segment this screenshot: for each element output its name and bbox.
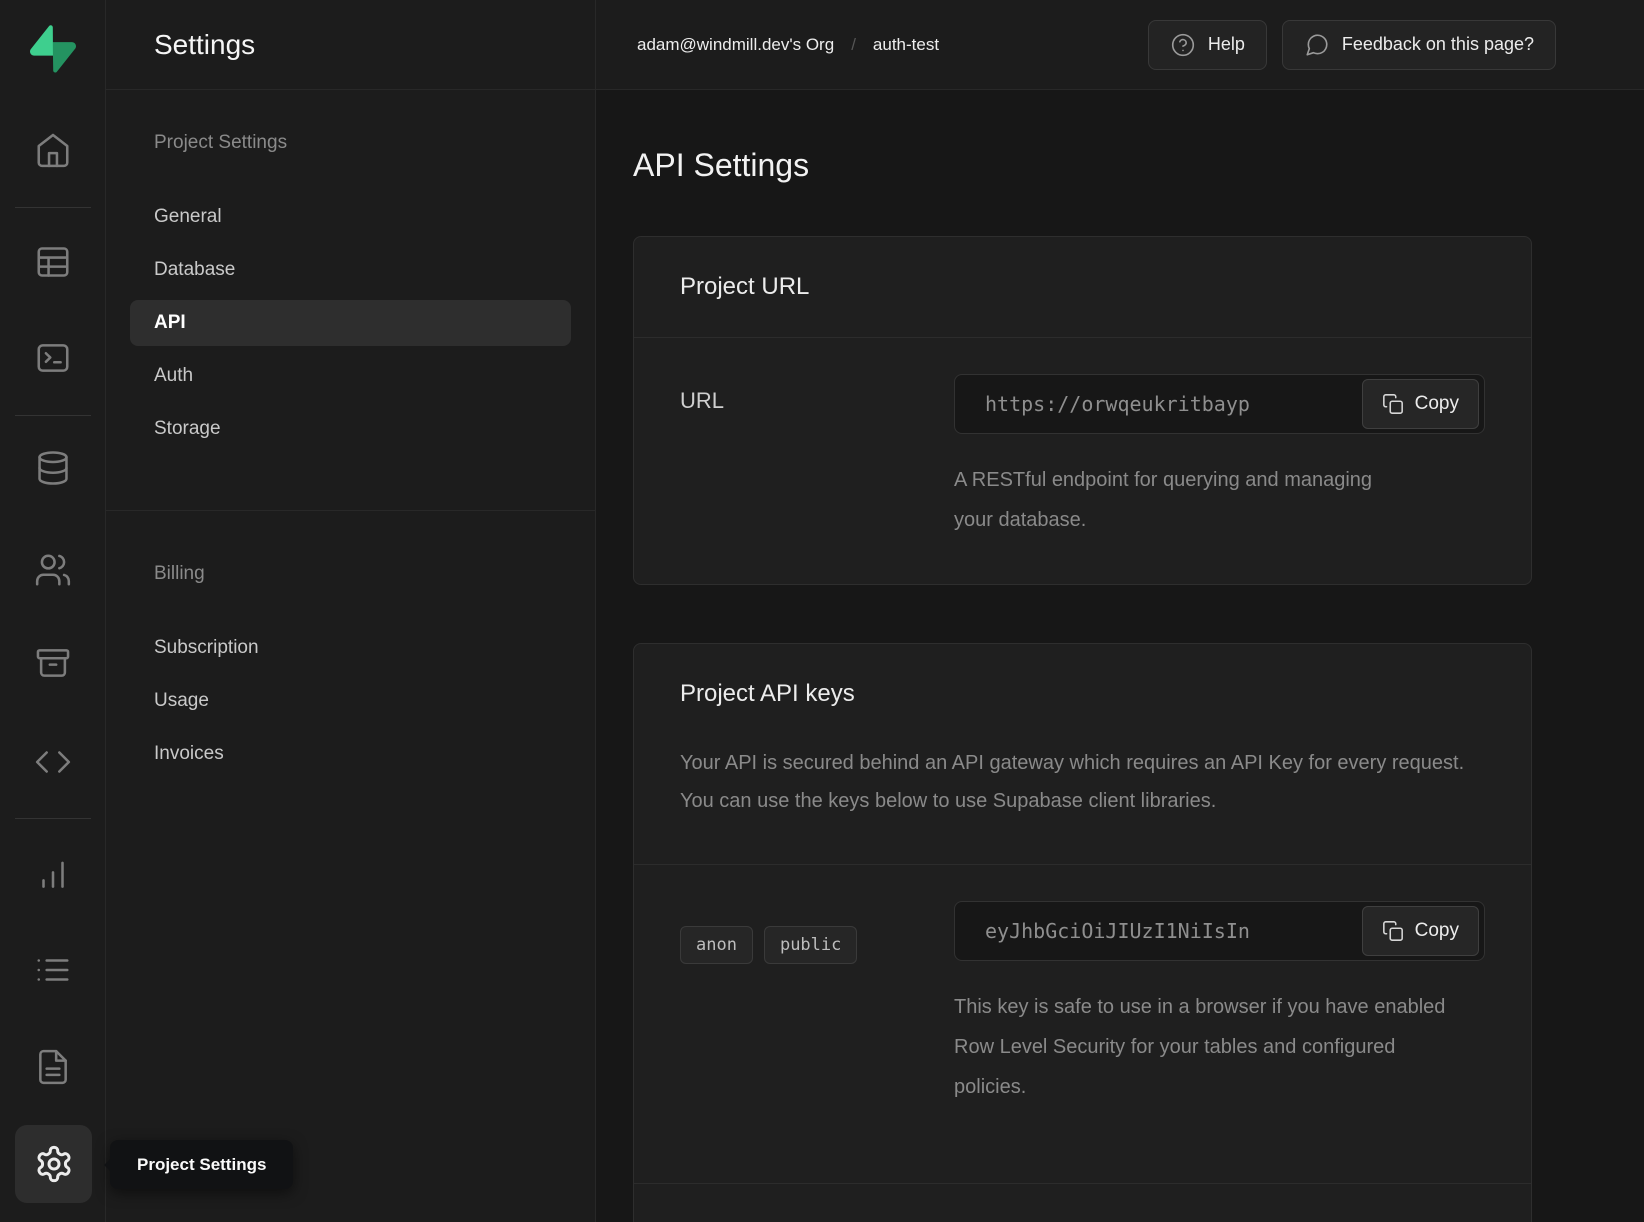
section-label-billing: Billing (154, 563, 547, 585)
docs-icon[interactable] (30, 1045, 76, 1089)
breadcrumb-project[interactable]: auth-test (873, 35, 939, 55)
project-url-card-title: Project URL (634, 237, 1531, 338)
project-settings-tooltip: Project Settings (110, 1140, 293, 1189)
top-bar: adam@windmill.dev's Org / auth-test Help… (596, 0, 1644, 90)
sidebar-item-storage[interactable]: Storage (130, 406, 571, 452)
api-keys-description-line1: Your API is secured behind an API gatewa… (680, 744, 1480, 782)
project-url-card: Project URL URL https://orwqeukritbayp C… (633, 236, 1532, 585)
anon-badge: anon (680, 926, 753, 964)
logs-icon[interactable] (30, 948, 76, 992)
feedback-button[interactable]: Feedback on this page? (1282, 20, 1556, 70)
copy-url-label: Copy (1415, 393, 1459, 415)
sidebar-item-auth[interactable]: Auth (130, 353, 571, 399)
help-button-label: Help (1208, 34, 1245, 55)
sidebar-item-subscription[interactable]: Subscription (130, 625, 571, 671)
help-button[interactable]: Help (1148, 20, 1267, 70)
tooltip-label: Project Settings (137, 1155, 266, 1175)
sidebar-item-database[interactable]: Database (130, 247, 571, 293)
auth-users-icon[interactable] (30, 548, 76, 592)
supabase-logo-icon (30, 25, 76, 73)
breadcrumb-separator: / (851, 35, 856, 55)
sidebar-item-usage[interactable]: Usage (130, 678, 571, 724)
next-key-row-clipped (634, 1183, 1531, 1222)
sidebar-item-invoices[interactable]: Invoices (130, 731, 571, 777)
supabase-logo[interactable] (27, 22, 79, 76)
database-icon[interactable] (30, 446, 76, 490)
help-circle-icon (1170, 32, 1196, 58)
reports-icon[interactable] (30, 852, 76, 896)
copy-key-button[interactable]: Copy (1362, 906, 1479, 956)
url-row-label: URL (680, 374, 954, 540)
api-keys-card: Project API keys Your API is secured beh… (633, 643, 1532, 1222)
copy-url-button[interactable]: Copy (1362, 379, 1479, 429)
icon-rail (0, 0, 106, 1222)
sidebar-item-general[interactable]: General (130, 194, 571, 240)
api-keys-card-title: Project API keys (680, 680, 1485, 708)
sidebar-item-api[interactable]: API (130, 300, 571, 346)
section-label-project-settings: Project Settings (154, 132, 547, 154)
anon-key-description: This key is safe to use in a browser if … (954, 987, 1459, 1107)
settings-gear-button[interactable] (15, 1125, 92, 1203)
copy-icon (1382, 393, 1404, 415)
api-keys-description-line2: You can use the keys below to use Supaba… (680, 782, 1480, 820)
settings-sidebar: Settings Project Settings General Databa… (106, 0, 596, 1222)
home-icon[interactable] (30, 128, 76, 172)
breadcrumb-org[interactable]: adam@windmill.dev's Org (637, 35, 834, 55)
speech-bubble-icon (1304, 32, 1330, 58)
copy-icon (1382, 920, 1404, 942)
breadcrumb: adam@windmill.dev's Org / auth-test (637, 35, 939, 55)
storage-icon[interactable] (30, 641, 76, 685)
key-badges: anon public (680, 915, 954, 964)
api-settings-page: API Settings Project URL URL https://orw… (596, 90, 1644, 1222)
public-badge: public (764, 926, 857, 964)
copy-key-label: Copy (1415, 920, 1459, 942)
page-title: API Settings (633, 146, 1644, 184)
rail-divider (15, 207, 91, 208)
code-icon[interactable] (30, 740, 76, 784)
feedback-button-label: Feedback on this page? (1342, 34, 1534, 55)
rail-divider (15, 818, 91, 819)
table-editor-icon[interactable] (30, 240, 76, 284)
rail-divider (15, 415, 91, 416)
sql-editor-icon[interactable] (30, 336, 76, 380)
settings-gear-icon (34, 1144, 74, 1184)
main-area: adam@windmill.dev's Org / auth-test Help… (596, 0, 1644, 1222)
project-url-description: A RESTful endpoint for querying and mana… (954, 460, 1414, 540)
settings-title: Settings (106, 0, 595, 90)
sidebar-divider (106, 510, 595, 511)
